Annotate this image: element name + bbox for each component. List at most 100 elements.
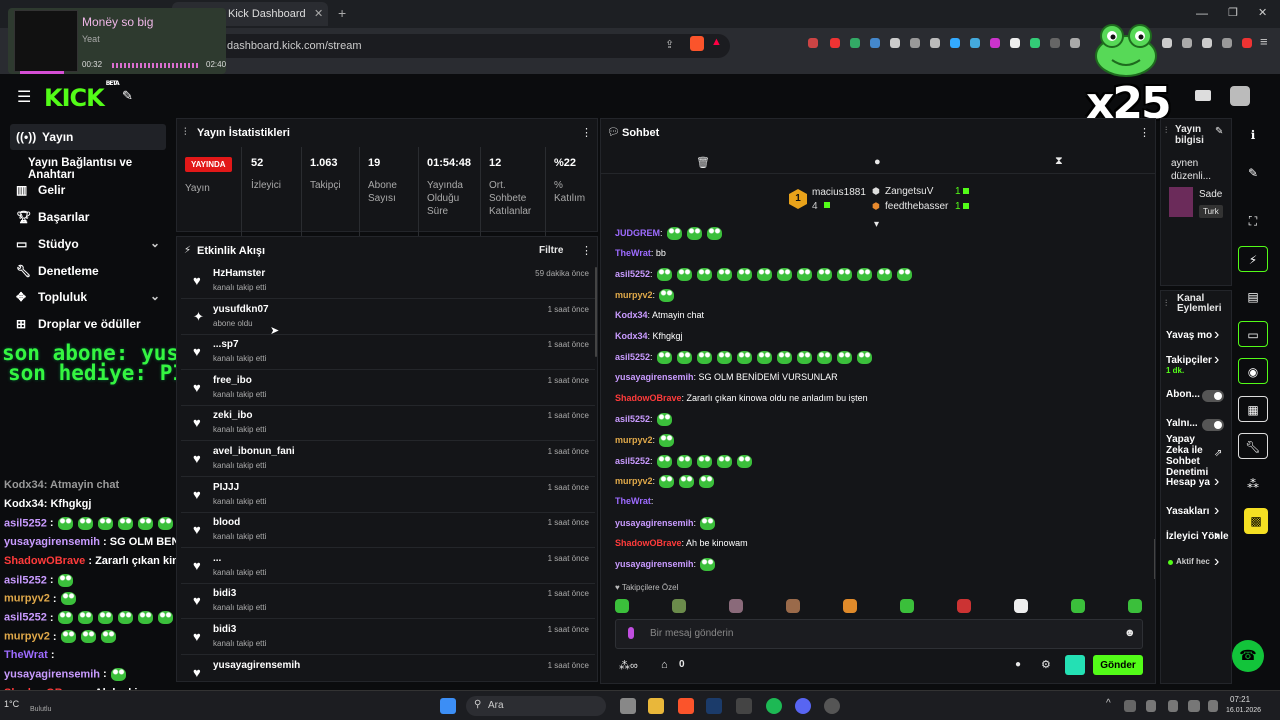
profile-icon[interactable] [1242,38,1252,48]
channel-action-item[interactable]: Yapay Zeka ile Sohbet Denetimi [1166,434,1210,478]
event-user[interactable]: yusayagirensemih [213,660,300,671]
minimize-icon[interactable]: — [1196,6,1208,20]
chevron-right-icon[interactable]: › [1214,351,1219,369]
document-icon[interactable]: ▤ [1238,284,1268,310]
chat-username[interactable]: yusayagirensemih [615,518,694,528]
leader-name[interactable]: ZangetsuV [885,186,933,197]
emote-icon[interactable] [672,599,686,613]
chat-icon[interactable]: ▭ [1238,321,1268,347]
screen-icon[interactable]: ⛶ [1238,208,1268,234]
points-icon[interactable]: ⁂∞ [619,659,638,672]
file-explorer-icon[interactable] [648,698,664,714]
extensions-puzzle-icon[interactable] [1202,38,1212,48]
lightning-icon[interactable]: ⚡︎ [1238,246,1268,272]
sidebar-item-topluluk[interactable]: ✥ Topluluk ⌄ [10,284,166,310]
edit-icon[interactable]: ✎ [1215,126,1223,137]
emote-icon[interactable] [786,599,800,613]
trash-icon[interactable]: 🗑︎ [696,156,710,169]
channel-action-item[interactable]: Aktif hec [1176,557,1210,566]
channel-action-item[interactable]: Abon... [1166,389,1200,400]
channel-action-item[interactable]: Yavaş mo [1166,330,1212,341]
tray-icon[interactable] [1124,700,1136,712]
extension-icon[interactable] [870,38,880,48]
event-user[interactable]: yusufdkn07 [213,304,269,315]
chevron-right-icon[interactable]: › [1214,502,1219,520]
external-link-icon[interactable]: ⇗ [1214,448,1222,459]
chat-input[interactable]: Bir mesaj gönderin ☻ [615,619,1143,649]
emote-icon[interactable] [1128,599,1142,613]
wrench-icon[interactable]: 🔧︎ [1238,433,1268,459]
chat-username[interactable]: TheWrat [615,496,651,506]
chat-settings-bubble-icon[interactable]: ● [1015,659,1021,670]
event-user[interactable]: blood [213,517,240,528]
sidebar-item-stream-key[interactable]: Yayın Bağlantısı ve Anahtarı [10,151,166,181]
volume-icon[interactable] [1188,700,1200,712]
more-icon[interactable]: ⋮ [581,244,592,257]
battery-icon[interactable] [1208,700,1218,712]
sidebar-item-basarilar[interactable]: 🏆︎ Başarılar [10,204,166,230]
chat-username[interactable]: asil5252 [615,414,650,424]
kick-logo[interactable]: KICKBETA [44,80,120,112]
emote-icon[interactable] [1014,599,1028,613]
chat-username[interactable]: murpyv2 [615,476,653,486]
toggle-switch[interactable] [1202,419,1224,431]
gear-icon[interactable]: ⚙︎ [1041,658,1051,671]
extension-icon[interactable] [910,38,920,48]
community-icon[interactable]: ⁂ [1238,471,1268,497]
kick-icon[interactable] [1195,90,1211,101]
more-icon[interactable]: ⋮ [581,126,592,139]
extension-icon[interactable] [830,38,840,48]
chevron-right-icon[interactable]: › [1214,473,1219,491]
network-icon[interactable] [1168,700,1178,712]
event-user[interactable]: zeki_ibo [213,410,252,421]
layout-icon[interactable]: ▦ [1238,396,1268,422]
chat-username[interactable]: asil5252 [615,456,650,466]
emote-icon[interactable] [615,599,629,613]
sidebar-item-gelir[interactable]: ▥ Gelir [10,177,166,203]
chat-username[interactable]: yusayagirensemih [615,372,694,382]
extension-icon[interactable] [970,38,980,48]
sidebar-toggle-icon[interactable] [1162,38,1172,48]
event-user[interactable]: ... [213,553,221,564]
drag-handle-icon[interactable]: ⫶ [1165,298,1167,309]
emote-icon[interactable] [957,599,971,613]
chat-username[interactable]: yusayagirensemih [615,559,694,569]
chat-username[interactable]: ShadowOBrave [615,538,682,548]
extension-icon[interactable] [950,38,960,48]
chat-username[interactable]: Kodx34 [615,331,648,341]
discord-icon[interactable] [795,698,811,714]
toggle-switch[interactable] [1202,390,1224,402]
event-user[interactable]: HzHamster [213,268,265,279]
maximize-icon[interactable]: ❐ [1228,6,1238,19]
obs-icon[interactable] [824,698,840,714]
extension-icon[interactable] [1070,38,1080,48]
extension-icon[interactable] [930,38,940,48]
event-user[interactable]: free_ibo [213,375,252,386]
emote-icon[interactable] [1071,599,1085,613]
event-user[interactable]: PIJJJ [213,482,239,493]
kick-emote-button[interactable] [1065,655,1085,675]
hamburger-icon[interactable]: ☰ [17,87,31,107]
sidebar-item-studyo[interactable]: ▭ Stüdyo ⌄ [10,231,166,257]
new-tab-icon[interactable]: + [338,5,346,21]
channel-action-item[interactable]: Yasakları [1166,506,1209,517]
channel-action-item[interactable]: Takipçiler 1 dk. [1166,355,1212,375]
sidebar-item-droplar[interactable]: ⊞ Droplar ve ödüller [10,311,166,337]
clapper-icon[interactable]: ▩ [1244,508,1268,534]
windows-start-icon[interactable] [440,698,456,714]
close-icon[interactable]: ✕ [1258,6,1267,19]
url-bar[interactable]: dashboard.kick.com/stream [205,34,730,58]
extension-icon[interactable] [990,38,1000,48]
emote-icon[interactable] [843,599,857,613]
steam-icon[interactable] [706,698,722,714]
emote-icon[interactable] [729,599,743,613]
chat-username[interactable]: asil5252 [615,352,650,362]
brave-icon[interactable] [678,698,694,714]
chat-username[interactable]: asil5252 [615,269,650,279]
mic-tray-icon[interactable] [1146,700,1156,712]
share-icon[interactable]: ⇪ [665,38,674,51]
store-icon[interactable]: ⌂ [661,659,668,671]
tray-chevron-icon[interactable]: ^ [1106,698,1111,709]
extension-icon[interactable] [1010,38,1020,48]
leader-name[interactable]: feedthebasser [885,201,948,212]
